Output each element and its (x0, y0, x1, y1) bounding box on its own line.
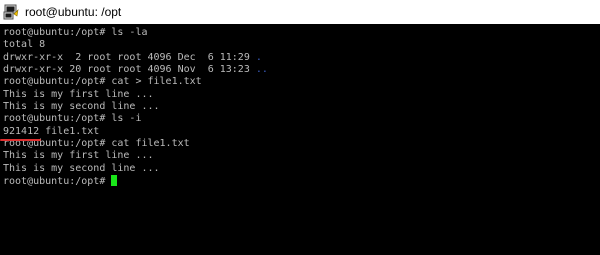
dir-name: . (255, 51, 262, 63)
terminal-line: This is my first line ... (3, 150, 154, 162)
terminal-window: root@ubuntu: /opt root@ubuntu:/opt# ls -… (0, 0, 600, 255)
terminal-line: 921412 file1.txt (0, 125, 600, 142)
putty-terminal-icon (3, 4, 19, 20)
terminal-line: This is my second line ... (3, 162, 160, 174)
terminal-line: drwxr-xr-x 20 root root 4096 Nov 6 13:23… (3, 64, 600, 76)
dir-permissions: drwxr-xr-x 20 root root 4096 Nov 6 13:23 (3, 64, 256, 76)
file-name: file1.txt (39, 125, 100, 137)
terminal-line: root@ubuntu:/opt# ls -i (3, 113, 142, 125)
red-underline-annotation (0, 139, 42, 142)
terminal-line: root@ubuntu:/opt# cat > file1.txt (3, 76, 202, 88)
shell-prompt: root@ubuntu:/opt# (3, 176, 112, 188)
title-bar[interactable]: root@ubuntu: /opt (0, 0, 600, 24)
terminal-line: drwxr-xr-x 2 root root 4096 Dec 6 11:29 … (3, 52, 600, 64)
window-title: root@ubuntu: /opt (25, 5, 122, 19)
terminal-line: root@ubuntu:/opt# ls -la (3, 27, 148, 38)
terminal-line: This is my first line ... (3, 88, 154, 100)
text-cursor (111, 175, 118, 187)
terminal-line: root@ubuntu:/opt# cat file1.txt (3, 138, 190, 150)
dir-permissions: drwxr-xr-x 2 root root 4096 Dec 6 11:29 (3, 51, 256, 63)
terminal-prompt-line[interactable]: root@ubuntu:/opt# (3, 175, 600, 187)
terminal-output[interactable]: root@ubuntu:/opt# ls -la total 8 drwxr-x… (0, 24, 600, 255)
inode-value: 921412 (3, 125, 40, 137)
terminal-line: total 8 (3, 39, 46, 51)
inode-number: 921412 (0, 125, 42, 142)
dir-name: .. (255, 64, 268, 76)
terminal-line: This is my second line ... (3, 101, 160, 113)
